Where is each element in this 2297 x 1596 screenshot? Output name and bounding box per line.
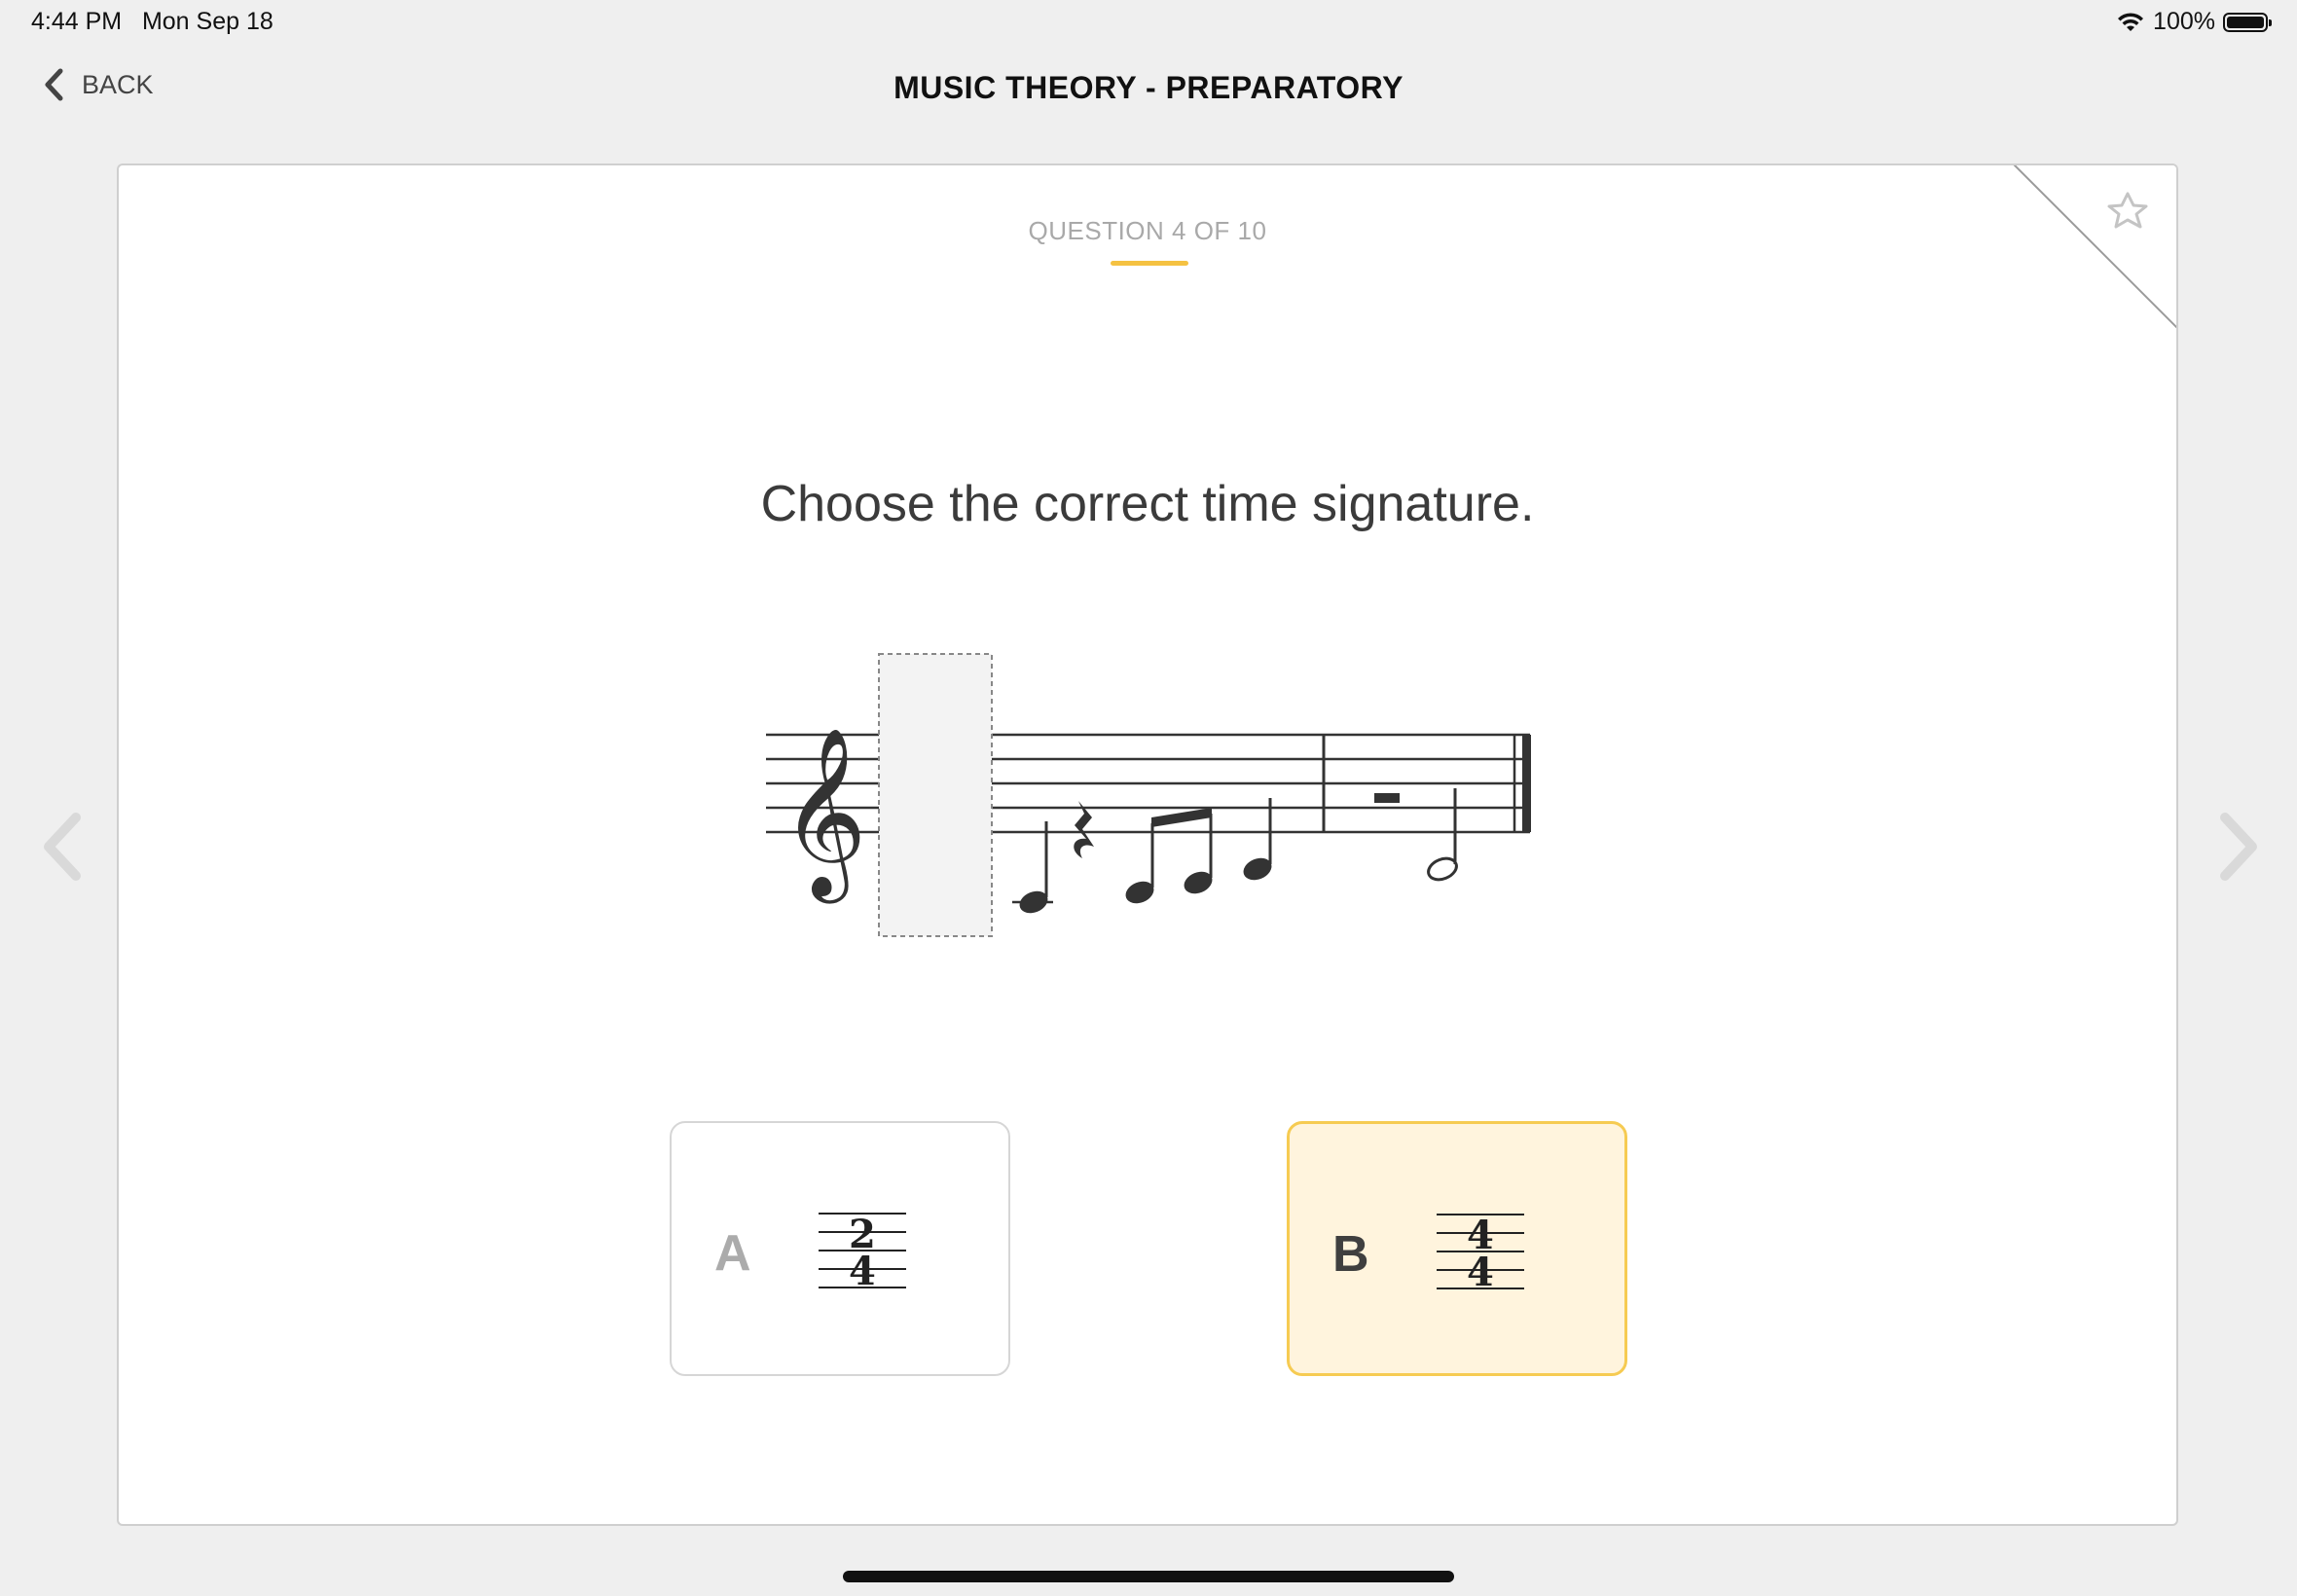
status-time: 4:44 PM (31, 8, 123, 35)
question-prompt: Choose the correct time signature. (760, 476, 1535, 532)
question-counter: QUESTION 4 OF 10 (1028, 216, 1267, 245)
chevron-left-icon (44, 813, 81, 881)
option-a-denominator: 4 (849, 1249, 876, 1294)
home-indicator[interactable] (843, 1571, 1454, 1582)
chevron-right-icon (2220, 813, 2257, 881)
status-datetime: 4:44 PM Mon Sep 18 (31, 8, 273, 36)
final-barline-thick (1522, 735, 1531, 832)
question-card: QUESTION 4 OF 10 Choose the correct time… (117, 163, 2178, 1526)
time-signature-drop-zone (878, 653, 993, 937)
half-rest-icon (1374, 793, 1400, 803)
page-title: MUSIC THEORY - PREPARATORY (893, 70, 1404, 105)
eighth-note-beam (1151, 808, 1212, 827)
treble-clef-icon: 𝄞 (781, 727, 867, 904)
battery-level (2227, 16, 2264, 28)
music-staff: 𝄞 (766, 653, 1531, 937)
counter-underline (1111, 261, 1188, 266)
option-b-letter: B (1332, 1226, 1369, 1283)
option-a[interactable]: A 2 4 (670, 1121, 1010, 1376)
status-date: Mon Sep 18 (141, 8, 273, 35)
option-a-letter: A (714, 1225, 751, 1282)
option-b-denominator: 4 (1467, 1250, 1494, 1295)
option-b[interactable]: B 4 4 (1287, 1121, 1627, 1376)
battery-icon (2223, 12, 2272, 32)
time-signature-4-4-icon: 4 4 (1437, 1213, 1524, 1295)
battery-percent: 100% (2153, 8, 2215, 35)
quarter-rest-icon (1074, 801, 1094, 858)
next-question-button[interactable] (2209, 808, 2268, 886)
time-signature-2-4-icon: 2 4 (819, 1212, 906, 1294)
status-indicators: 100% (2116, 8, 2272, 36)
status-bar: 4:44 PM Mon Sep 18 100% (0, 0, 2297, 47)
favorite-corner[interactable] (2013, 163, 2178, 329)
nav-bar: BACK MUSIC THEORY - PREPARATORY (0, 58, 2297, 127)
wifi-icon (2118, 12, 2144, 31)
previous-question-button[interactable] (33, 808, 91, 886)
